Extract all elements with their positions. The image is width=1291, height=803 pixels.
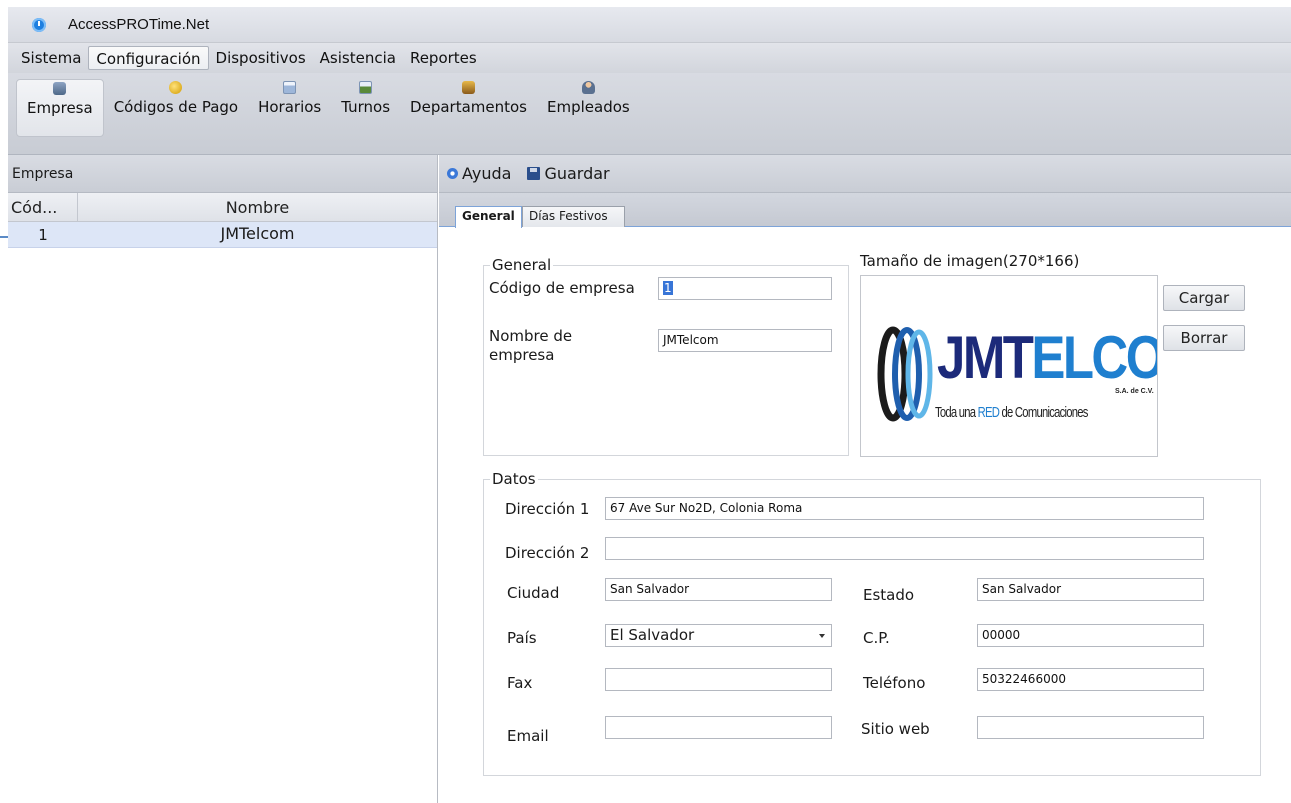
- company-code-value: 1: [663, 281, 673, 295]
- address1-label: Dirección 1: [505, 500, 590, 518]
- ribbon-horarios-button[interactable]: Horarios: [248, 79, 331, 137]
- chevron-down-icon: [819, 634, 825, 638]
- address2-input[interactable]: [605, 537, 1204, 560]
- ribbon-empleados-button[interactable]: Empleados: [537, 79, 640, 137]
- logo-suffix: S.A. de C.V.: [1115, 388, 1154, 395]
- menu-configuracion[interactable]: Configuración: [88, 46, 209, 70]
- company-name-input[interactable]: JMTelcom: [658, 329, 832, 352]
- phone-label: Teléfono: [863, 674, 926, 692]
- email-label: Email: [507, 727, 549, 745]
- table-row[interactable]: 1 JMTelcom: [8, 222, 437, 248]
- tab-dias-festivos[interactable]: Días Festivos: [522, 206, 625, 227]
- company-code-label: Código de empresa: [489, 279, 635, 297]
- datos-legend: Datos: [492, 470, 536, 488]
- calendar-icon: [283, 81, 297, 94]
- logo-tagline-part: de Comunicaciones: [999, 404, 1089, 421]
- cell-code: 1: [38, 226, 48, 244]
- image-size-caption: Tamaño de imagen(270*166): [860, 252, 1080, 270]
- company-code-input[interactable]: 1: [658, 277, 832, 300]
- menu-asistencia[interactable]: Asistencia: [313, 46, 403, 70]
- jmtelcom-logo-mark: [877, 326, 933, 422]
- logo-tagline-part: RED: [977, 404, 1000, 421]
- company-name-label-line2: empresa: [489, 346, 555, 364]
- city-input[interactable]: San Salvador: [605, 578, 832, 601]
- phone-input[interactable]: 50322466000: [977, 668, 1204, 691]
- country-value: El Salvador: [610, 626, 695, 644]
- logo-wordmark: JMTELCOM: [937, 328, 1157, 388]
- fax-input[interactable]: [605, 668, 832, 691]
- ribbon-label: Turnos: [341, 98, 391, 116]
- splitter-marker: [0, 236, 8, 238]
- fax-label: Fax: [507, 674, 533, 692]
- title-bar: AccessPROTime.Net: [8, 7, 1291, 43]
- city-label: Ciudad: [507, 584, 560, 602]
- menu-sistema[interactable]: Sistema: [14, 46, 88, 70]
- website-label: Sitio web: [861, 720, 930, 738]
- tab-general[interactable]: General: [455, 206, 522, 228]
- ribbon-label: Códigos de Pago: [113, 98, 239, 116]
- column-header-name[interactable]: Nombre: [78, 193, 437, 221]
- company-detail-panel: Ayuda Guardar General Días Festivos Gene…: [439, 155, 1291, 803]
- logo-word-part: ELCOM: [1031, 324, 1157, 391]
- ribbon-codigos-pago-button[interactable]: Códigos de Pago: [104, 79, 248, 137]
- zip-label: C.P.: [863, 629, 890, 647]
- panel-title: Empresa: [8, 155, 437, 193]
- tab-strip: General Días Festivos: [439, 193, 1291, 228]
- ribbon-departamentos-button[interactable]: Departamentos: [400, 79, 537, 137]
- clock-icon: [32, 17, 46, 32]
- grid-header: Cód... Nombre: [8, 193, 437, 222]
- help-icon: [447, 168, 458, 179]
- ribbon-label: Departamentos: [410, 98, 527, 116]
- logo-word-part: JMT: [937, 324, 1034, 391]
- company-name-label-line1: Nombre de: [489, 327, 573, 345]
- cell-name: JMTelcom: [220, 224, 295, 243]
- load-image-button[interactable]: Cargar: [1163, 285, 1245, 311]
- coin-icon: [169, 81, 183, 94]
- ribbon-label: Horarios: [258, 98, 322, 116]
- state-input[interactable]: San Salvador: [977, 578, 1204, 601]
- window-title: AccessPROTime.Net: [68, 16, 210, 33]
- general-legend: General: [492, 256, 552, 274]
- country-select[interactable]: El Salvador: [605, 624, 832, 647]
- column-header-code[interactable]: Cód...: [8, 193, 78, 221]
- logo-tagline-part: Toda una: [935, 404, 978, 421]
- ribbon-empresa-button[interactable]: Empresa: [16, 79, 104, 137]
- save-icon: [527, 167, 541, 180]
- ribbon-label: Empleados: [547, 98, 630, 116]
- company-logo-image: JMTELCOM S.A. de C.V. Toda una RED de Co…: [860, 275, 1158, 457]
- menu-dispositivos[interactable]: Dispositivos: [209, 46, 313, 70]
- logo-tagline: Toda una RED de Comunicaciones: [935, 404, 1088, 421]
- user-icon: [581, 81, 595, 94]
- ribbon-turnos-button[interactable]: Turnos: [331, 79, 400, 137]
- zip-input[interactable]: 00000: [977, 624, 1204, 647]
- ribbon-toolbar: Empresa Códigos de Pago Horarios Turnos …: [8, 73, 1291, 155]
- database-icon: [53, 82, 67, 95]
- menu-reportes[interactable]: Reportes: [403, 46, 484, 70]
- save-button[interactable]: Guardar: [544, 164, 609, 183]
- state-label: Estado: [863, 586, 915, 604]
- box-icon: [462, 81, 476, 94]
- country-label: País: [507, 629, 537, 647]
- website-input[interactable]: [977, 716, 1204, 739]
- ribbon-label: Empresa: [27, 99, 93, 117]
- grid-icon: [359, 81, 373, 94]
- email-input[interactable]: [605, 716, 832, 739]
- company-list-panel: Empresa Cód... Nombre 1 JMTelcom: [8, 155, 438, 803]
- address1-input[interactable]: 67 Ave Sur No2D, Colonia Roma: [605, 497, 1204, 520]
- delete-image-button[interactable]: Borrar: [1163, 325, 1245, 351]
- detail-toolbar: Ayuda Guardar: [439, 155, 1291, 193]
- menu-bar: Sistema Configuración Dispositivos Asist…: [8, 43, 1291, 73]
- help-button[interactable]: Ayuda: [462, 164, 511, 183]
- address2-label: Dirección 2: [505, 544, 590, 562]
